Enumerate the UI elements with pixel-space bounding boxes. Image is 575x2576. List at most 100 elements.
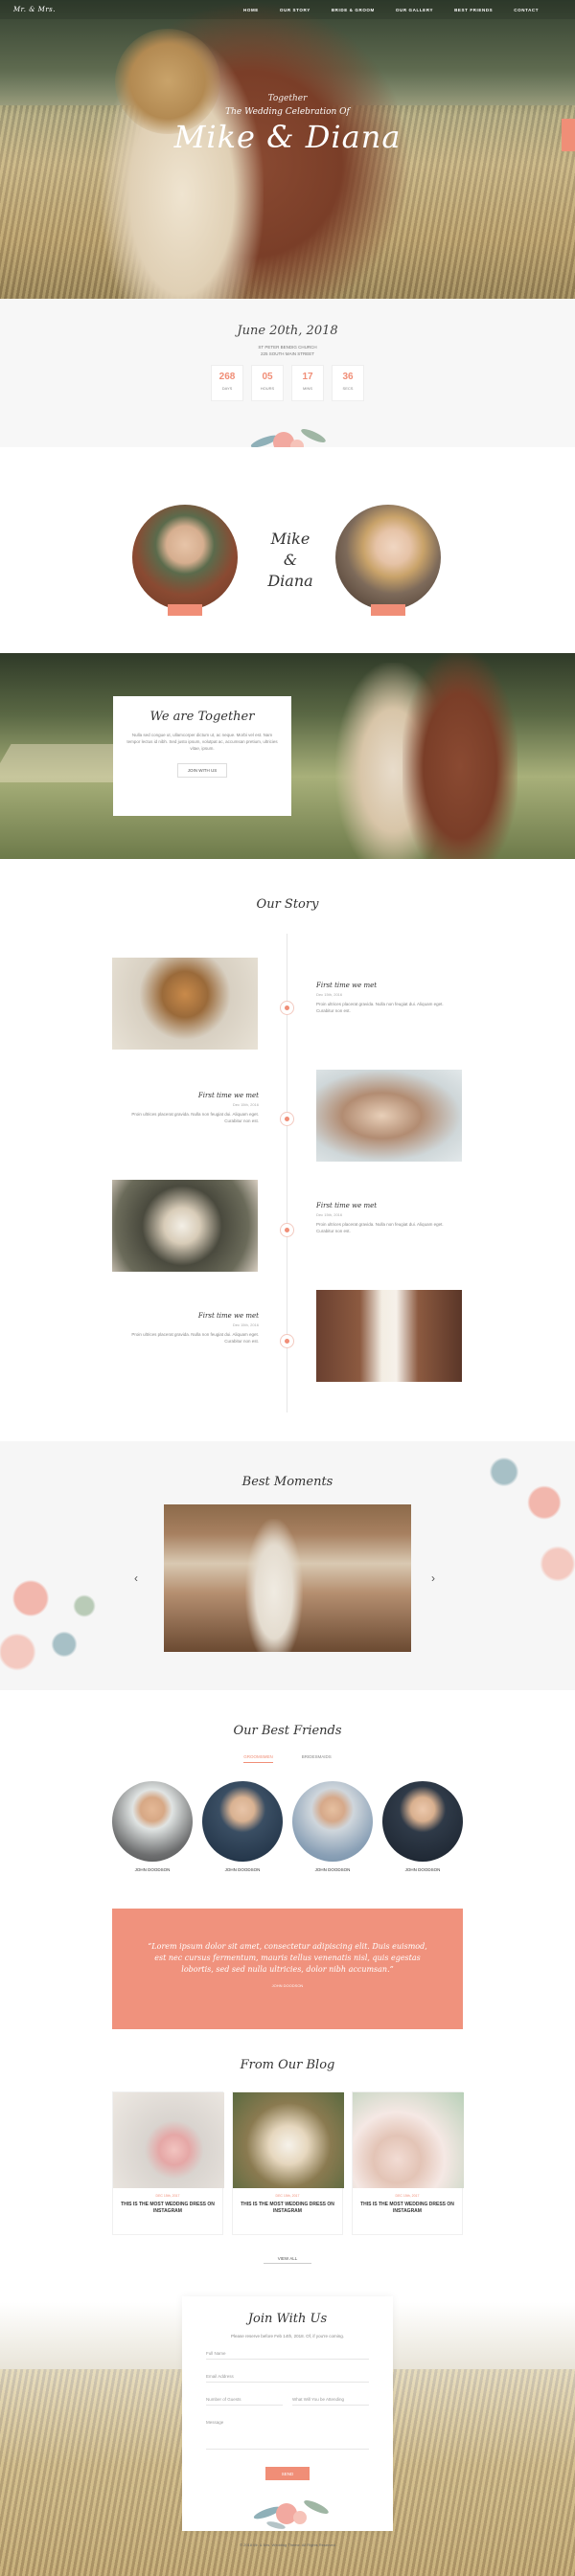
venue-address: ST PETER BENDIG CHURCH 225 SOUTH MAIN ST…	[0, 344, 575, 357]
blog-post[interactable]: DEC 15th, 2017 THIS IS THE MOST WEDDING …	[112, 2091, 224, 2235]
blog-post-date: DEC 15th, 2017	[395, 2194, 420, 2198]
timeline-dot-icon	[280, 1334, 294, 1348]
tab-groomsmen[interactable]: GROOMSMEN	[243, 1754, 273, 1763]
story-event: First time we met Dec 15th, 2016 Proin u…	[125, 1092, 259, 1124]
together-section: We are Together Nulla sed congue ut, ull…	[0, 653, 575, 859]
blog-post[interactable]: DEC 15th, 2017 THIS IS THE MOST WEDDING …	[232, 2091, 344, 2235]
blog-title: From Our Blog	[240, 2058, 335, 2072]
blog-post-date: DEC 15th, 2017	[275, 2194, 300, 2198]
together-card: We are Together Nulla sed congue ut, ull…	[113, 696, 291, 816]
flower-decoration-icon	[450, 1441, 575, 1594]
blog-post-image	[353, 2092, 464, 2188]
nav-links: HOME OUR STORY BRIDE & GROOM OUR GALLERY…	[243, 8, 539, 12]
countdown-value: 268	[218, 372, 236, 382]
friend-name: JOHN DOODSON	[404, 1867, 441, 1872]
countdown-label: HOURS	[260, 386, 275, 391]
wedding-date: June 20th, 2018	[237, 324, 338, 338]
blog-post-title[interactable]: THIS IS THE MOST WEDDING DRESS ON INSTAG…	[233, 2202, 342, 2215]
story-event: First time we met Dec 15th, 2016 Proin u…	[316, 1202, 450, 1234]
groom-ribbon-icon	[168, 604, 202, 616]
timeline-dot-icon	[280, 1112, 294, 1126]
flower-footer-icon	[247, 2490, 334, 2538]
friend-card: JOHN DOODSON	[112, 1781, 193, 1872]
bride-name: Diana	[267, 572, 313, 590]
countdown-value: 17	[302, 372, 313, 382]
nav-item-our-gallery[interactable]: OUR GALLERY	[396, 8, 433, 12]
groom-name: Mike	[270, 530, 310, 548]
carousel-next-icon[interactable]: ›	[431, 1571, 435, 1585]
hero-text: Together The Wedding Celebration Of Mike…	[0, 94, 575, 155]
flower-decoration-icon	[0, 1537, 125, 1690]
countdown-label: SECS	[342, 386, 354, 391]
join-with-us-button[interactable]: JOIN WITH US	[176, 763, 228, 778]
countdown-label: MINS	[303, 386, 312, 391]
story-event-title: First time we met	[197, 1092, 259, 1099]
groom-portrait	[132, 505, 238, 610]
tab-bridesmaids[interactable]: BRIDESMAIDS	[302, 1754, 332, 1763]
hero-section: Together The Wedding Celebration Of Mike…	[0, 0, 575, 299]
couple-names: Mike & Diana	[257, 529, 324, 592]
story-event: First time we met Dec 15th, 2016 Proin u…	[125, 1312, 259, 1344]
carousel-prev-icon[interactable]: ‹	[134, 1571, 138, 1585]
story-event-title: First time we met	[316, 1202, 378, 1209]
story-event-title: First time we met	[197, 1312, 259, 1320]
guests-field[interactable]: Number of Guests	[206, 2392, 283, 2406]
story-event: First time we met Dec 15th, 2016 Proin u…	[316, 982, 450, 1014]
send-button[interactable]: SEND	[265, 2467, 310, 2480]
event-select[interactable]: What Will You be Attending	[292, 2392, 369, 2406]
testimonial-quote: “Lorem ipsum dolor sit amet, consectetur…	[112, 1909, 463, 2029]
message-field[interactable]: Message	[206, 2415, 369, 2450]
nav-item-contact[interactable]: CONTACT	[514, 8, 539, 12]
countdown-mins: 17 MINS	[291, 365, 324, 401]
blog-post-title[interactable]: THIS IS THE MOST WEDDING DRESS ON INSTAG…	[353, 2202, 462, 2215]
story-event-date: Dec 15th, 2016	[232, 1102, 259, 1107]
blog-post[interactable]: DEC 15th, 2017 THIS IS THE MOST WEDDING …	[352, 2091, 464, 2235]
together-groom	[402, 653, 518, 859]
blog-post-title[interactable]: THIS IS THE MOST WEDDING DRESS ON INSTAG…	[113, 2202, 222, 2215]
moments-section: Best Moments ‹ ›	[0, 1441, 575, 1690]
email-field[interactable]: Email Address	[206, 2369, 369, 2383]
moments-carousel-image	[164, 1504, 411, 1652]
nav-item-bride-groom[interactable]: BRIDE & GROOM	[332, 8, 375, 12]
address-line-1: ST PETER BENDIG CHURCH	[258, 345, 317, 350]
ampersand: &	[283, 551, 298, 569]
join-title: Join With Us	[247, 2312, 328, 2326]
friend-name: JOHN DOODSON	[134, 1867, 171, 1872]
nav-item-best-friends[interactable]: BEST FRIENDS	[454, 8, 493, 12]
timeline-dot-icon	[280, 1223, 294, 1237]
story-title: Our Story	[256, 897, 319, 912]
view-all-link[interactable]: VIEW ALL	[264, 2256, 311, 2264]
story-event-date: Dec 15th, 2016	[316, 992, 343, 997]
countdown-value: 05	[262, 372, 273, 382]
hero-names: Mike & Diana	[173, 119, 402, 155]
quote-text: “Lorem ipsum dolor sit amet, consectetur…	[148, 1942, 427, 1974]
site-logo[interactable]: Mr. & Mrs.	[13, 6, 138, 13]
bride-ribbon-icon	[371, 604, 405, 616]
blog-post-image	[233, 2092, 344, 2188]
story-image	[112, 958, 258, 1050]
story-event-text: Proin ultrices placerat gravida. Nulla n…	[131, 1112, 259, 1123]
side-settings-tab[interactable]	[562, 119, 575, 151]
countdown-hours: 05 HOURS	[251, 365, 284, 401]
timeline-dot-icon	[280, 1001, 294, 1015]
story-image	[316, 1290, 462, 1382]
top-nav: Mr. & Mrs. HOME OUR STORY BRIDE & GROOM …	[0, 0, 575, 19]
friend-card: JOHN DOODSON	[292, 1781, 373, 1872]
friend-name: JOHN DOODSON	[224, 1867, 261, 1872]
hero-subtitle: The Wedding Celebration Of	[225, 107, 350, 117]
nav-item-home[interactable]: HOME	[243, 8, 259, 12]
moments-title: Best Moments	[242, 1475, 334, 1489]
countdown-label: DAYS	[221, 386, 233, 391]
story-image	[316, 1070, 462, 1162]
address-line-2: 225 SOUTH MAIN STREET	[260, 351, 314, 356]
story-event-title: First time we met	[316, 982, 378, 989]
avatar	[292, 1781, 373, 1862]
countdown-value: 36	[342, 372, 354, 382]
countdown-secs: 36 SECS	[332, 365, 364, 401]
bride-portrait	[335, 505, 441, 610]
story-event-date: Dec 15th, 2016	[316, 1212, 343, 1217]
quote-author: JOHN DOODSON	[271, 1983, 304, 1988]
nav-item-our-story[interactable]: OUR STORY	[280, 8, 310, 12]
full-name-field[interactable]: Full Name	[206, 2346, 369, 2360]
story-event-date: Dec 15th, 2016	[232, 1322, 259, 1327]
